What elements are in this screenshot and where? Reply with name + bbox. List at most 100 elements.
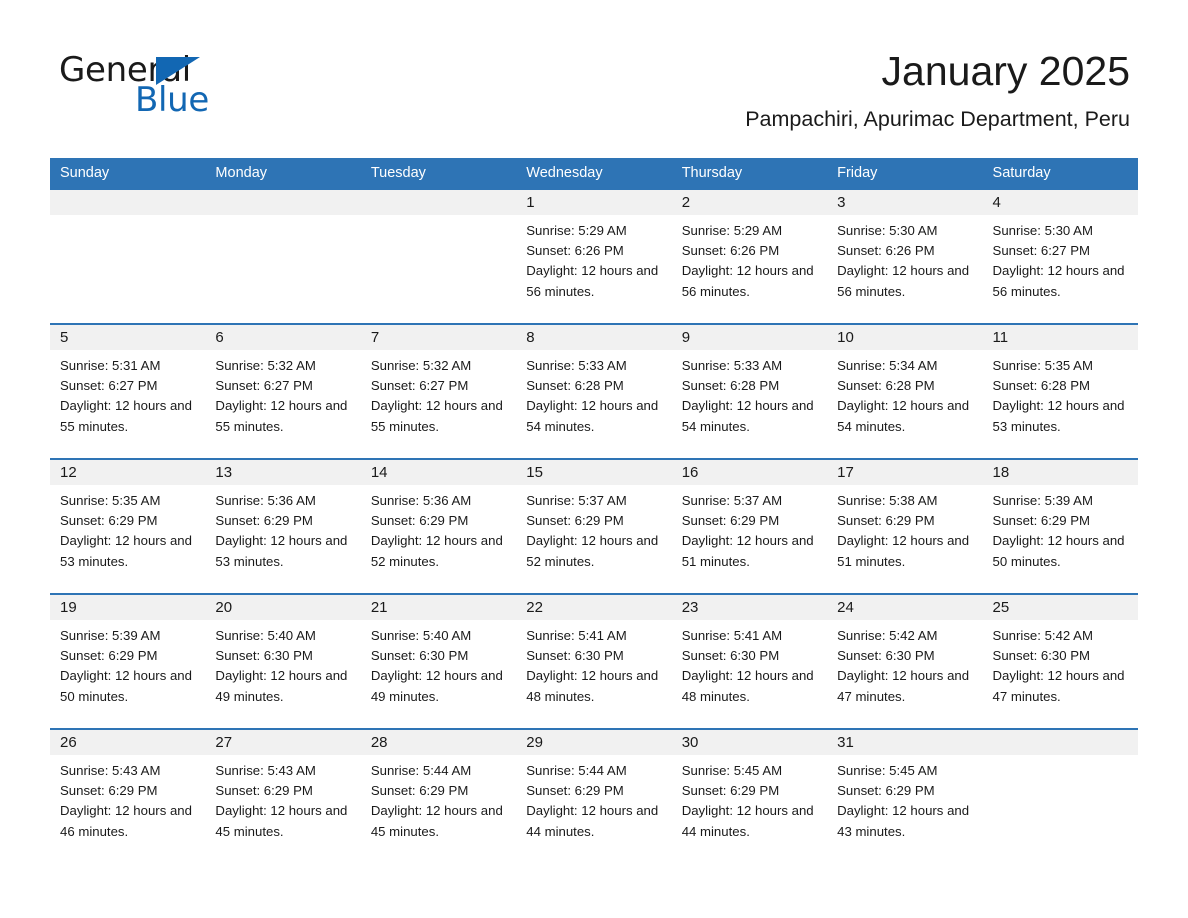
daylight-text: Daylight: 12 hours and 46 minutes.	[60, 803, 192, 839]
general-blue-logo[interactable]: General Blue	[59, 50, 319, 130]
sunrise-text: Sunrise: 5:30 AM	[837, 223, 938, 238]
calendar-day-cell[interactable]: 17 Sunrise: 5:38 AM Sunset: 6:29 PM Dayligh…	[827, 459, 983, 594]
day-number: 10	[827, 325, 983, 350]
daylight-text: Daylight: 12 hours and 44 minutes.	[681, 803, 814, 839]
calendar-page: General Blue January 2025 Pampachiri, Ap…	[0, 0, 1188, 918]
calendar-day-cell[interactable]: 14 Sunrise: 5:36 AM Sunset: 6:29 PM Dayligh…	[360, 459, 517, 594]
day-number: 9	[671, 325, 828, 350]
sunset-text: Sunset: 6:30 PM	[992, 648, 1091, 664]
sunset-text: Sunset: 6:28 PM	[681, 378, 780, 394]
calendar-day-cell[interactable]: 4 Sunrise: 5:30 AM Sunset: 6:27 PM Daylight…	[982, 189, 1138, 324]
daylight-text: Daylight: 12 hours and 54 minutes.	[837, 398, 970, 434]
daylight-text: Daylight: 12 hours and 53 minutes.	[992, 398, 1125, 434]
calendar-day-cell[interactable]: 2 Sunrise: 5:29 AM Sunset: 6:26 PM Daylight…	[671, 189, 828, 324]
day-number: 5	[50, 325, 206, 350]
calendar-day-cell[interactable]: 18 Sunrise: 5:39 AM Sunset: 6:29 PM Dayligh…	[982, 459, 1138, 594]
calendar-day-cell[interactable]: 6 Sunrise: 5:32 AM Sunset: 6:27 PM Daylight…	[205, 324, 361, 459]
sunset-text: Sunset: 6:29 PM	[215, 513, 313, 529]
daylight-text: Daylight: 12 hours and 48 minutes.	[526, 668, 659, 704]
day-number: 27	[205, 730, 361, 755]
calendar-day-cell[interactable]: 3 Sunrise: 5:30 AM Sunset: 6:26 PM Daylight…	[827, 189, 983, 324]
calendar-day-cell[interactable]: 13 Sunrise: 5:36 AM Sunset: 6:29 PM Dayligh…	[205, 459, 361, 594]
day-details: Sunrise: 5:43 AM Sunset: 6:29 PM Daylight:…	[205, 755, 360, 842]
sunset-text: Sunset: 6:29 PM	[60, 648, 158, 664]
calendar-day-cell[interactable]: 29 Sunrise: 5:44 AM Sunset: 6:29 PM Dayligh…	[516, 729, 672, 864]
day-number: 30	[671, 730, 828, 755]
day-number	[50, 190, 206, 215]
calendar-day-cell[interactable]: 1 Sunrise: 5:29 AM Sunset: 6:26 PM Daylight…	[516, 189, 672, 324]
daylight-text: Daylight: 12 hours and 53 minutes.	[215, 533, 348, 569]
daylight-text: Daylight: 12 hours and 56 minutes.	[526, 263, 659, 299]
day-details: Sunrise: 5:30 AM Sunset: 6:26 PM Daylight:…	[827, 215, 982, 302]
page-header: General Blue January 2025 Pampachiri, Ap…	[0, 0, 1188, 155]
day-details: Sunrise: 5:42 AM Sunset: 6:30 PM Daylight:…	[827, 620, 982, 707]
sunrise-text: Sunrise: 5:32 AM	[215, 358, 316, 373]
day-details: Sunrise: 5:41 AM Sunset: 6:30 PM Daylight:…	[516, 620, 671, 707]
page-title: January 2025	[881, 48, 1130, 94]
daylight-text: Daylight: 12 hours and 52 minutes.	[526, 533, 659, 569]
calendar-day-cell[interactable]: 15 Sunrise: 5:37 AM Sunset: 6:29 PM Dayligh…	[516, 459, 672, 594]
calendar-day-cell[interactable]: 7 Sunrise: 5:32 AM Sunset: 6:27 PM Daylight…	[360, 324, 517, 459]
sunset-text: Sunset: 6:26 PM	[837, 243, 935, 259]
sunset-text: Sunset: 6:27 PM	[992, 243, 1091, 259]
sunset-text: Sunset: 6:29 PM	[681, 783, 780, 799]
calendar-day-cell[interactable]: 25 Sunrise: 5:42 AM Sunset: 6:30 PM Dayligh…	[982, 594, 1138, 729]
calendar-week-row: 19 Sunrise: 5:39 AM Sunset: 6:29 PM Dayligh…	[50, 594, 1138, 729]
calendar-day-cell[interactable]: 16 Sunrise: 5:37 AM Sunset: 6:29 PM Dayligh…	[671, 459, 828, 594]
calendar-day-cell[interactable]: 20 Sunrise: 5:40 AM Sunset: 6:30 PM Dayligh…	[205, 594, 361, 729]
day-number: 11	[982, 325, 1138, 350]
calendar-day-cell[interactable]: 23 Sunrise: 5:41 AM Sunset: 6:30 PM Dayligh…	[671, 594, 828, 729]
sunrise-text: Sunrise: 5:45 AM	[681, 763, 783, 778]
daylight-text: Daylight: 12 hours and 43 minutes.	[837, 803, 970, 839]
day-details: Sunrise: 5:40 AM Sunset: 6:30 PM Daylight:…	[205, 620, 360, 707]
day-details: Sunrise: 5:36 AM Sunset: 6:29 PM Daylight:…	[361, 485, 516, 572]
calendar-day-cell[interactable]: 24 Sunrise: 5:42 AM Sunset: 6:30 PM Dayligh…	[827, 594, 983, 729]
day-details: Sunrise: 5:30 AM Sunset: 6:27 PM Daylight:…	[983, 215, 1138, 302]
sunset-text: Sunset: 6:29 PM	[992, 513, 1091, 529]
sunset-text: Sunset: 6:28 PM	[992, 378, 1091, 394]
day-number: 13	[205, 460, 361, 485]
sunset-text: Sunset: 6:29 PM	[526, 513, 624, 529]
calendar-day-cell[interactable]: 26 Sunrise: 5:43 AM Sunset: 6:29 PM Dayligh…	[50, 729, 206, 864]
daylight-text: Daylight: 12 hours and 50 minutes.	[60, 668, 192, 704]
daylight-text: Daylight: 12 hours and 54 minutes.	[526, 398, 659, 434]
sunset-text: Sunset: 6:30 PM	[837, 648, 935, 664]
sunset-text: Sunset: 6:28 PM	[526, 378, 624, 394]
daylight-text: Daylight: 12 hours and 44 minutes.	[526, 803, 659, 839]
sunrise-text: Sunrise: 5:45 AM	[837, 763, 938, 778]
day-number: 6	[205, 325, 361, 350]
calendar-day-cell[interactable]: 9 Sunrise: 5:33 AM Sunset: 6:28 PM Daylight…	[671, 324, 828, 459]
daylight-text: Daylight: 12 hours and 52 minutes.	[370, 533, 503, 569]
day-number: 3	[827, 190, 983, 215]
day-number: 31	[827, 730, 983, 755]
calendar-day-cell[interactable]: 12 Sunrise: 5:35 AM Sunset: 6:29 PM Dayligh…	[50, 459, 206, 594]
day-details: Sunrise: 5:44 AM Sunset: 6:29 PM Daylight:…	[516, 755, 671, 842]
sunset-text: Sunset: 6:27 PM	[60, 378, 158, 394]
sunrise-text: Sunrise: 5:42 AM	[837, 628, 938, 643]
calendar-day-cell[interactable]: 31 Sunrise: 5:45 AM Sunset: 6:29 PM Dayligh…	[827, 729, 983, 864]
calendar-day-cell[interactable]: 5 Sunrise: 5:31 AM Sunset: 6:27 PM Daylight…	[50, 324, 206, 459]
sunset-text: Sunset: 6:29 PM	[370, 513, 469, 529]
calendar-day-cell[interactable]: 27 Sunrise: 5:43 AM Sunset: 6:29 PM Dayligh…	[205, 729, 361, 864]
day-number: 14	[360, 460, 517, 485]
calendar-day-cell[interactable]: 28 Sunrise: 5:44 AM Sunset: 6:29 PM Dayligh…	[360, 729, 517, 864]
day-details: Sunrise: 5:45 AM Sunset: 6:29 PM Daylight:…	[672, 755, 827, 842]
weekday-header-tuesday: Tuesday	[360, 158, 517, 189]
sunset-text: Sunset: 6:30 PM	[681, 648, 780, 664]
sunset-text: Sunset: 6:29 PM	[370, 783, 469, 799]
calendar-day-cell[interactable]: 8 Sunrise: 5:33 AM Sunset: 6:28 PM Daylight…	[516, 324, 672, 459]
calendar-day-cell[interactable]: 11 Sunrise: 5:35 AM Sunset: 6:28 PM Dayligh…	[982, 324, 1138, 459]
calendar-day-cell[interactable]: 30 Sunrise: 5:45 AM Sunset: 6:29 PM Dayligh…	[671, 729, 828, 864]
day-details: Sunrise: 5:33 AM Sunset: 6:28 PM Daylight:…	[516, 350, 671, 437]
calendar-day-cell[interactable]: 21 Sunrise: 5:40 AM Sunset: 6:30 PM Dayligh…	[360, 594, 517, 729]
day-details: Sunrise: 5:32 AM Sunset: 6:27 PM Daylight:…	[205, 350, 360, 437]
calendar-day-cell[interactable]: 19 Sunrise: 5:39 AM Sunset: 6:29 PM Dayligh…	[50, 594, 206, 729]
day-number: 23	[671, 595, 828, 620]
calendar-day-cell[interactable]: 22 Sunrise: 5:41 AM Sunset: 6:30 PM Dayligh…	[516, 594, 672, 729]
day-number: 28	[360, 730, 517, 755]
day-number	[982, 730, 1138, 755]
calendar-day-cell[interactable]: 10 Sunrise: 5:34 AM Sunset: 6:28 PM Dayligh…	[827, 324, 983, 459]
sunrise-text: Sunrise: 5:41 AM	[526, 628, 627, 643]
sunrise-text: Sunrise: 5:43 AM	[215, 763, 316, 778]
sunrise-text: Sunrise: 5:32 AM	[370, 358, 472, 373]
